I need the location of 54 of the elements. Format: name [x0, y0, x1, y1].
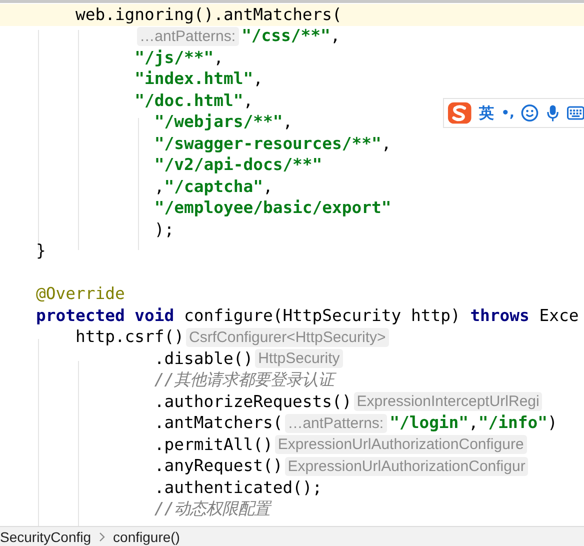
code-text: Exce — [539, 306, 579, 326]
code-text: , — [262, 176, 273, 197]
code-keyword: protected void — [36, 306, 174, 326]
chevron-icon — [99, 532, 106, 542]
inlay-hint: CsrfConfigurer<HttpSecurity> — [186, 328, 389, 347]
string-literal: "/v2/api-docs/**" — [154, 155, 322, 176]
inlay-hint: ExpressionUrlAuthorizationConfigure — [274, 435, 527, 454]
logo-icon[interactable] — [447, 101, 472, 125]
code-text: configure(HttpSecurity http) — [184, 306, 460, 326]
code-text: , — [253, 69, 263, 90]
code-text: , — [243, 90, 254, 111]
string-literal: "/swagger-resources/**" — [154, 134, 382, 154]
code-text: .antMatchers( — [154, 413, 283, 434]
code-text: .anyRequest() — [154, 456, 283, 476]
smiley-icon[interactable] — [521, 104, 539, 122]
string-literal: "/doc.html" — [134, 90, 244, 111]
breadcrumb-item[interactable]: SecurityConfig — [0, 528, 92, 544]
inlay-hint: ExpressionInterceptUrlRegi — [354, 392, 542, 412]
code-text: http.csrf() — [75, 327, 184, 348]
microphone-icon[interactable] — [546, 104, 560, 122]
language-toggle[interactable]: 英 — [479, 104, 494, 122]
code-comment: //动态权限配置 — [154, 499, 270, 520]
keyboard-icon[interactable] — [566, 106, 584, 120]
string-literal: "/employee/basic/export" — [154, 198, 392, 218]
code-text: , — [330, 26, 340, 46]
code-text: } — [36, 241, 46, 262]
code-text: ); — [154, 220, 174, 240]
code-text: , — [381, 134, 392, 154]
string-literal: "/css/**" — [242, 26, 330, 46]
breadcrumb-item[interactable]: configure() — [113, 528, 180, 544]
punctuation-toggle[interactable]: •, — [501, 106, 514, 120]
code-keyword: throws — [470, 306, 530, 326]
code-text: , — [282, 112, 293, 132]
string-literal: "/webjars/**" — [154, 112, 283, 132]
string-literal: "/info" — [478, 413, 548, 434]
code-text: .authorizeRequests() — [154, 392, 352, 412]
code-text: .authenticated(); — [154, 478, 322, 498]
inlay-hint: ExpressionUrlAuthorizationConfigur — [284, 456, 528, 476]
code-text: ) — [548, 413, 558, 434]
string-literal: "index.html" — [134, 69, 254, 90]
code-text: , — [468, 413, 478, 434]
string-literal: "/login" — [390, 413, 469, 434]
code-text: .permitAll() — [154, 434, 273, 455]
inlay-hint: …antPatterns: — [136, 26, 239, 46]
inlay-hint: HttpSecurity — [255, 349, 343, 368]
inlay-hint: …antPatterns: — [284, 414, 387, 433]
code-comment: //其他请求都要登录认证 — [154, 370, 334, 390]
code-text: , — [214, 48, 224, 68]
annotation: @Override — [36, 284, 125, 304]
string-literal: "/js/**" — [134, 48, 214, 68]
code-text: .disable() — [154, 348, 254, 369]
string-literal: "/captcha" — [164, 176, 263, 197]
code-text: , — [154, 176, 164, 197]
code-text: web.ignoring().antMatchers( — [75, 4, 342, 25]
